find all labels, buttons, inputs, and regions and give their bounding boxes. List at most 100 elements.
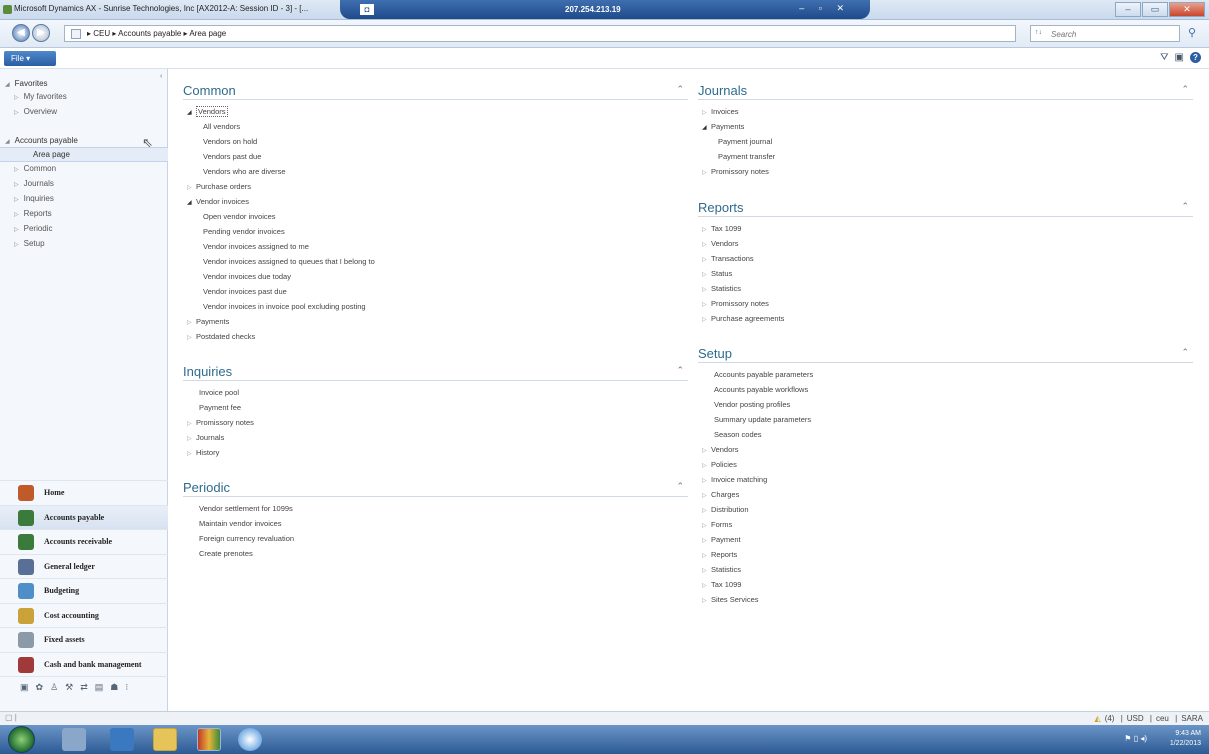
powershell-icon[interactable] — [110, 728, 134, 751]
menu-link[interactable]: Open vendor invoices — [183, 209, 688, 224]
tree-node[interactable]: ▷ Purchase orders — [183, 179, 688, 194]
collapsed-arrow-icon[interactable]: ▷ — [187, 331, 196, 346]
forward-button[interactable]: ▶ — [32, 24, 50, 42]
nav-item-common[interactable]: ▷ Common — [0, 162, 168, 177]
internet-explorer-icon[interactable] — [238, 728, 262, 751]
collapse-caret-icon[interactable]: ⌃ — [676, 365, 684, 376]
tree-node[interactable]: ▷ Invoice matching — [698, 472, 1193, 487]
tree-node[interactable]: ▷ Statistics — [698, 281, 1193, 296]
nav-item-journals[interactable]: ▷ Journals — [0, 177, 168, 192]
tree-node[interactable]: ▷ Policies — [698, 457, 1193, 472]
tree-node[interactable]: ▷ Charges — [698, 487, 1193, 502]
tree-node[interactable]: ▷ Forms — [698, 517, 1193, 532]
pin-icon[interactable]: ◘ — [360, 4, 374, 15]
maximize-button[interactable]: ▭ — [1142, 2, 1168, 17]
nav-item-reports[interactable]: ▷ Reports — [0, 207, 168, 222]
menu-link[interactable]: Maintain vendor invoices — [183, 516, 688, 531]
tree-node[interactable]: ▷ Postdated checks — [183, 329, 688, 344]
filter-icon[interactable]: ⛛ — [1160, 52, 1168, 63]
menu-link[interactable]: Vendor invoices due today — [183, 269, 688, 284]
tree-node[interactable]: ▷ Sites Services — [698, 592, 1193, 607]
tree-node[interactable]: ◢ Vendors — [183, 104, 688, 119]
collapse-caret-icon[interactable]: ⌃ — [676, 481, 684, 492]
nav-item-setup[interactable]: ▷ Setup — [0, 237, 168, 252]
module-cost-accounting[interactable]: Cost accounting — [0, 602, 168, 628]
back-button[interactable]: ◀ — [12, 24, 30, 42]
notifications-bell-icon[interactable]: ◭ — [1095, 714, 1101, 723]
tree-node[interactable]: ▷ Payment — [698, 532, 1193, 547]
module-shortcut-icon[interactable]: ♙ — [50, 682, 58, 693]
menu-link[interactable]: Vendor posting profiles — [698, 397, 1193, 412]
collapse-caret-icon[interactable]: ⌃ — [676, 84, 684, 95]
module-accounts-payable[interactable]: Accounts payable — [0, 504, 168, 529]
company-indicator[interactable]: ceu — [1156, 714, 1169, 723]
menu-link[interactable]: Vendors past due — [183, 149, 688, 164]
search-box[interactable]: ↑↓ — [1030, 25, 1180, 42]
close-button[interactable]: ✕ — [1169, 2, 1205, 17]
menu-link[interactable]: Foreign currency revaluation — [183, 531, 688, 546]
menu-link[interactable]: Payment transfer — [698, 149, 1193, 164]
module-shortcut-icon[interactable]: ▣ — [20, 682, 29, 693]
module-cash-and-bank-management[interactable]: Cash and bank management — [0, 651, 168, 677]
module-shortcut-icon[interactable]: ▤ — [95, 682, 104, 693]
tree-node[interactable]: ▷ Promissory notes — [698, 296, 1193, 311]
menu-link[interactable]: Vendors on hold — [183, 134, 688, 149]
menu-link[interactable]: Accounts payable parameters — [698, 367, 1193, 382]
menu-link[interactable]: Vendor invoices in invoice pool excludin… — [183, 299, 688, 314]
menu-link[interactable]: Accounts payable workflows — [698, 382, 1193, 397]
menu-link[interactable]: Vendor invoices assigned to me — [183, 239, 688, 254]
nav-item-my-favorites[interactable]: ▷ My favorites — [0, 90, 168, 105]
menu-link[interactable]: All vendors — [183, 119, 688, 134]
module-home[interactable]: Home — [0, 480, 168, 505]
system-tray-icons[interactable]: ⚑ ▯ ◂) — [1124, 734, 1147, 743]
expanded-arrow-icon[interactable]: ◢ — [187, 196, 196, 211]
tree-node[interactable]: ▷ Distribution — [698, 502, 1193, 517]
tree-node[interactable]: ▷ Journals — [183, 430, 688, 445]
tree-node[interactable]: ▷ Statistics — [698, 562, 1193, 577]
module-fixed-assets[interactable]: Fixed assets — [0, 627, 168, 652]
collapsed-arrow-icon[interactable]: ▷ — [702, 313, 711, 328]
tree-node[interactable]: ▷ Vendors — [698, 442, 1193, 457]
nav-item-overview[interactable]: ▷ Overview — [0, 105, 168, 120]
collapse-caret-icon[interactable]: ⌃ — [1181, 347, 1189, 358]
menu-link[interactable]: Season codes — [698, 427, 1193, 442]
nav-item-inquiries[interactable]: ▷ Inquiries — [0, 192, 168, 207]
breadcrumb[interactable]: ▸ CEU ▸ Accounts payable ▸ Area page — [87, 29, 226, 38]
more-modules-icon[interactable]: ⁝ — [125, 682, 128, 693]
tree-node[interactable]: ▷ Invoices — [698, 104, 1193, 119]
user-indicator[interactable]: SARA — [1181, 714, 1203, 723]
module-shortcut-icon[interactable]: ⇄ — [80, 682, 88, 693]
tree-node[interactable]: ▷ Purchase agreements — [698, 311, 1193, 326]
tree-node[interactable]: ▷ Status — [698, 266, 1193, 281]
server-manager-icon[interactable] — [62, 728, 86, 751]
menu-link[interactable]: Vendors who are diverse — [183, 164, 688, 179]
tree-node[interactable]: ▷ Reports — [698, 547, 1193, 562]
tree-node[interactable]: ▷ Promissory notes — [698, 164, 1193, 179]
module-general-ledger[interactable]: General ledger — [0, 553, 168, 579]
collapsed-arrow-icon[interactable]: ▷ — [702, 594, 711, 609]
collapsed-arrow-icon[interactable]: ▷ — [702, 166, 711, 181]
minimize-button[interactable]: – — [1115, 2, 1141, 17]
remote-window-controls[interactable]: – ▫ ✕ — [799, 3, 850, 14]
menu-link[interactable]: Summary update parameters — [698, 412, 1193, 427]
tree-node[interactable]: ◢ Vendor invoices — [183, 194, 688, 209]
tree-node[interactable]: ▷ Tax 1099 — [698, 221, 1193, 236]
breadcrumb-bar[interactable]: ▸ CEU ▸ Accounts payable ▸ Area page — [64, 25, 1016, 42]
collapse-caret-icon[interactable]: ⌃ — [1181, 84, 1189, 95]
menu-link[interactable]: Create prenotes — [183, 546, 688, 561]
dynamics-ax-taskbar-icon[interactable] — [197, 728, 221, 751]
search-icon[interactable]: ⚲ — [1188, 26, 1196, 39]
module-shortcut-icon[interactable]: ☗ — [110, 682, 118, 693]
notification-count[interactable]: (4) — [1105, 714, 1115, 723]
tree-node[interactable]: ▷ Promissory notes — [183, 415, 688, 430]
expanded-arrow-icon[interactable]: ◢ — [702, 121, 711, 136]
help-icon[interactable]: ? — [1190, 52, 1201, 63]
system-clock[interactable]: 9:43 AM 1/22/2013 — [1170, 729, 1201, 749]
tree-node[interactable]: ◢ Payments — [698, 119, 1193, 134]
tree-node[interactable]: ▷ History — [183, 445, 688, 460]
collapse-caret-icon[interactable]: ⌃ — [1181, 201, 1189, 212]
module-accounts-receivable[interactable]: Accounts receivable — [0, 529, 168, 554]
menu-link[interactable]: Vendor invoices past due — [183, 284, 688, 299]
menu-link[interactable]: Invoice pool — [183, 385, 688, 400]
nav-item-periodic[interactable]: ▷ Periodic — [0, 222, 168, 237]
